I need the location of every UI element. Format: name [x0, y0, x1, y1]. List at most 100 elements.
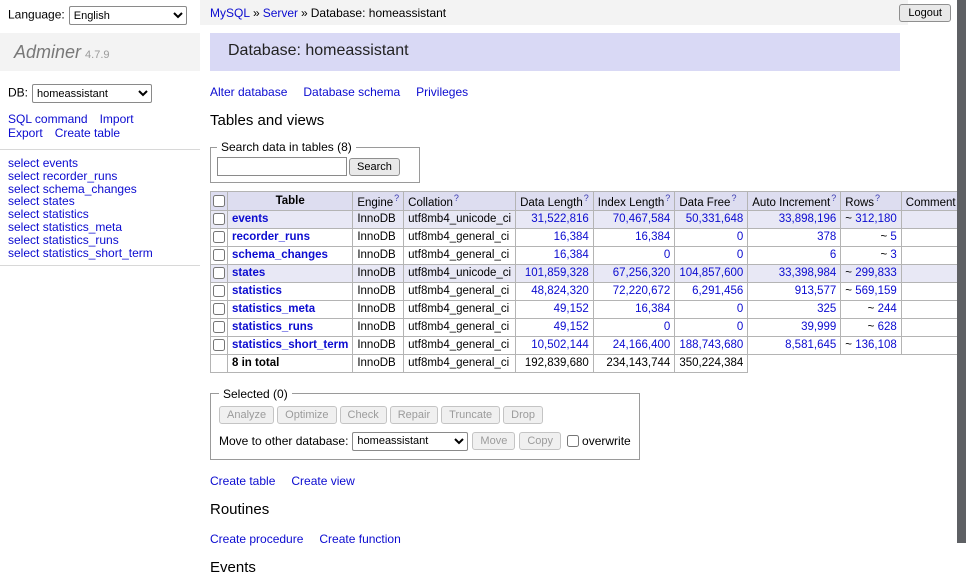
data-free-link[interactable]: 0	[737, 303, 743, 315]
data-length-link[interactable]: 101,859,328	[525, 267, 589, 279]
rows-count-link[interactable]: 312,180	[855, 213, 897, 225]
row-checkbox[interactable]	[213, 321, 225, 333]
column-help-link[interactable]: ?	[584, 193, 589, 203]
auto-increment-link[interactable]: 8,581,645	[785, 339, 836, 351]
table-structure-link[interactable]: statistics_meta	[232, 303, 315, 315]
move-database-select[interactable]: homeassistant	[352, 432, 468, 451]
rows-count-link[interactable]: 5	[890, 231, 896, 243]
column-help-link[interactable]: ?	[454, 193, 459, 203]
auto-increment-link[interactable]: 6	[830, 249, 836, 261]
rows-count-link[interactable]: 244	[878, 303, 897, 315]
data-length-link[interactable]: 10,502,144	[531, 339, 589, 351]
logout-button[interactable]: Logout	[899, 4, 951, 22]
row-checkbox-cell	[211, 282, 228, 300]
index-length-link[interactable]: 0	[664, 321, 670, 333]
move-button[interactable]: Move	[472, 432, 515, 450]
column-help-link[interactable]: ?	[831, 193, 836, 203]
table-structure-link[interactable]: schema_changes	[232, 249, 328, 261]
table-structure-link[interactable]: statistics_runs	[232, 321, 313, 333]
language-select[interactable]: English	[69, 6, 187, 25]
data-length-link[interactable]: 49,152	[554, 303, 589, 315]
privileges-link[interactable]: Privileges	[416, 85, 468, 99]
analyze-button[interactable]: Analyze	[219, 406, 274, 424]
rows-count-link[interactable]: 3	[890, 249, 896, 261]
row-checkbox[interactable]	[213, 267, 225, 279]
row-checkbox[interactable]	[213, 303, 225, 315]
column-help-link[interactable]: ?	[731, 193, 736, 203]
data-free-link[interactable]: 104,857,600	[679, 267, 743, 279]
row-checkbox[interactable]	[213, 285, 225, 297]
auto-increment-link[interactable]: 39,999	[801, 321, 836, 333]
index-length-link[interactable]: 70,467,584	[613, 213, 671, 225]
sidebar-table-name-link[interactable]: statistics_short_term	[43, 246, 153, 260]
select-all-checkbox[interactable]	[213, 195, 225, 207]
import-link[interactable]: Import	[100, 112, 134, 126]
column-help-link[interactable]: ?	[875, 193, 880, 203]
rows-count-link[interactable]: 628	[878, 321, 897, 333]
sql-command-link[interactable]: SQL command	[8, 112, 88, 126]
auto-increment-link[interactable]: 913,577	[795, 285, 837, 297]
data-free-link[interactable]: 50,331,648	[686, 213, 744, 225]
search-input[interactable]	[217, 157, 347, 176]
db-chooser: DB:homeassistant	[0, 71, 200, 103]
alter-database-link[interactable]: Alter database	[210, 85, 287, 99]
data-free-link[interactable]: 188,743,680	[679, 339, 743, 351]
data-free-link[interactable]: 0	[737, 321, 743, 333]
select-table-link[interactable]: select	[8, 246, 39, 260]
repair-button[interactable]: Repair	[390, 406, 438, 424]
table-structure-link[interactable]: recorder_runs	[232, 231, 310, 243]
table-structure-link[interactable]: events	[232, 213, 268, 225]
column-help-link[interactable]: ?	[394, 193, 399, 203]
data-length-link[interactable]: 49,152	[554, 321, 589, 333]
row-checkbox[interactable]	[213, 231, 225, 243]
breadcrumb-mysql-link[interactable]: MySQL	[210, 6, 250, 20]
check-button[interactable]: Check	[340, 406, 387, 424]
create-table-link[interactable]: Create table	[210, 474, 275, 488]
column-help-link[interactable]: ?	[665, 193, 670, 203]
copy-button[interactable]: Copy	[519, 432, 561, 450]
search-button[interactable]: Search	[349, 158, 400, 176]
row-checkbox[interactable]	[213, 339, 225, 351]
adminer-logo[interactable]: Adminer	[14, 42, 81, 62]
rows-count-link[interactable]: 136,108	[855, 339, 897, 351]
data-free-link[interactable]: 0	[737, 249, 743, 261]
db-select[interactable]: homeassistant	[32, 84, 152, 103]
data-length-link[interactable]: 16,384	[554, 249, 589, 261]
rows-count-link[interactable]: 299,833	[855, 267, 897, 279]
scrollbar-thumb[interactable]	[957, 0, 966, 543]
auto-increment-link[interactable]: 33,398,984	[779, 267, 837, 279]
index-length-link[interactable]: 72,220,672	[613, 285, 671, 297]
create-table-link-sidebar[interactable]: Create table	[55, 126, 120, 140]
breadcrumb-separator: »	[301, 6, 308, 20]
overwrite-checkbox[interactable]	[567, 435, 579, 447]
data-length-link[interactable]: 31,522,816	[531, 213, 589, 225]
breadcrumb-server-link[interactable]: Server	[263, 6, 298, 20]
table-structure-link[interactable]: statistics_short_term	[232, 339, 348, 351]
row-checkbox[interactable]	[213, 213, 225, 225]
scrollbar[interactable]	[957, 0, 966, 543]
data-free-link[interactable]: 0	[737, 231, 743, 243]
auto-increment-link[interactable]: 33,898,196	[779, 213, 837, 225]
index-length-link[interactable]: 67,256,320	[613, 267, 671, 279]
auto-increment-link[interactable]: 325	[817, 303, 836, 315]
index-length-link[interactable]: 16,384	[635, 231, 670, 243]
database-schema-link[interactable]: Database schema	[303, 85, 400, 99]
data-free-link[interactable]: 6,291,456	[692, 285, 743, 297]
create-function-link[interactable]: Create function	[319, 532, 400, 546]
export-link[interactable]: Export	[8, 126, 43, 140]
row-checkbox[interactable]	[213, 249, 225, 261]
create-procedure-link[interactable]: Create procedure	[210, 532, 303, 546]
table-structure-link[interactable]: states	[232, 267, 265, 279]
truncate-button[interactable]: Truncate	[441, 406, 500, 424]
index-length-link[interactable]: 16,384	[635, 303, 670, 315]
optimize-button[interactable]: Optimize	[277, 406, 336, 424]
index-length-link[interactable]: 24,166,400	[613, 339, 671, 351]
rows-count-link[interactable]: 569,159	[855, 285, 897, 297]
data-length-link[interactable]: 16,384	[554, 231, 589, 243]
drop-button[interactable]: Drop	[503, 406, 543, 424]
create-view-link[interactable]: Create view	[291, 474, 354, 488]
auto-increment-link[interactable]: 378	[817, 231, 836, 243]
index-length-link[interactable]: 0	[664, 249, 670, 261]
table-structure-link[interactable]: statistics	[232, 285, 282, 297]
data-length-link[interactable]: 48,824,320	[531, 285, 589, 297]
